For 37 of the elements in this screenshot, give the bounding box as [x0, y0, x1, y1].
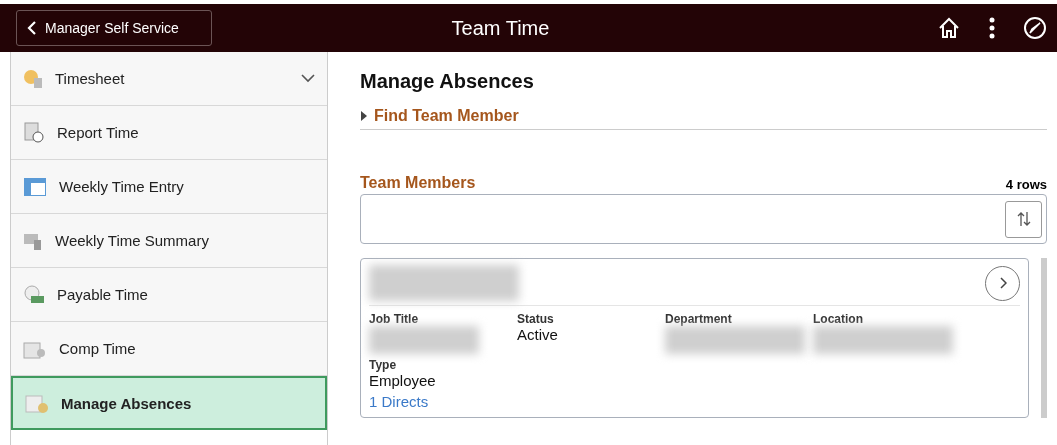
- field-label: Department: [665, 312, 733, 326]
- field-label: Type: [369, 358, 398, 372]
- find-team-member-link[interactable]: Find Team Member: [374, 107, 519, 125]
- menu-item-icon: [23, 121, 45, 144]
- page-title: Manage Absences: [360, 70, 535, 93]
- menu-item-icon: [25, 392, 49, 414]
- menu-item-icon: [23, 68, 43, 89]
- back-button[interactable]: Manager Self Service: [16, 10, 212, 46]
- more-options-icon[interactable]: [989, 17, 995, 39]
- section-title: Team Members: [360, 174, 476, 192]
- menu-item-icon: [23, 284, 45, 305]
- sidebar-item[interactable]: Comp Time: [11, 322, 327, 376]
- home-icon[interactable]: [937, 17, 961, 39]
- directs-link[interactable]: 1 Directs: [369, 393, 429, 410]
- field-label: Job Title: [369, 312, 420, 326]
- sidebar-item[interactable]: Manage Absences: [11, 376, 327, 430]
- scrollbar[interactable]: [1041, 258, 1047, 418]
- sidebar-item[interactable]: Weekly Time Entry: [11, 160, 327, 214]
- sidebar-item[interactable]: Report Time: [11, 106, 327, 160]
- row-count: 4 rows: [1005, 177, 1047, 192]
- compass-icon[interactable]: [1023, 16, 1047, 40]
- menu-item-icon: [23, 176, 47, 197]
- sidebar-item[interactable]: Timesheet: [11, 52, 327, 106]
- field-label: Location: [813, 312, 864, 326]
- sidebar-item[interactable]: Payable Time: [11, 268, 327, 322]
- next-button[interactable]: [985, 265, 1020, 301]
- chevron-right-icon: [998, 277, 1007, 289]
- sidebar-item[interactable]: Weekly Time Summary: [11, 214, 327, 268]
- field-label: Status: [517, 312, 555, 326]
- chevron-down-icon[interactable]: [301, 74, 315, 83]
- caret-right-icon[interactable]: [360, 111, 368, 121]
- sort-button[interactable]: [1005, 200, 1042, 238]
- sort-icon: [1015, 211, 1032, 227]
- chevron-left-icon: [27, 21, 37, 35]
- field-value: Active: [517, 326, 559, 343]
- field-value: Employee: [369, 372, 437, 389]
- page-header-title: Team Time: [450, 16, 551, 40]
